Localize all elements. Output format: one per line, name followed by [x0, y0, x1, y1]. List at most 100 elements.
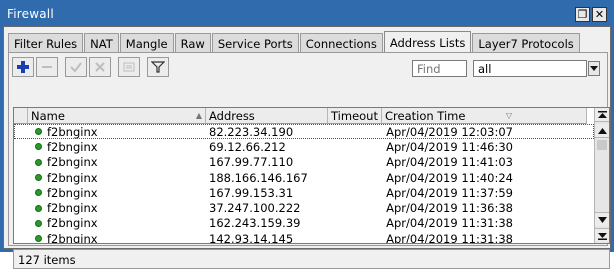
tab-connections[interactable]: Connections [299, 33, 383, 54]
tab-layer7-protocols[interactable]: Layer7 Protocols [472, 33, 580, 54]
remove-icon [42, 66, 52, 68]
scroll-up-button[interactable] [595, 124, 609, 138]
table-body: f2bnginx 82.223.34.190 Apr/04/2019 12:03… [14, 124, 594, 244]
tab-filter-rules[interactable]: Filter Rules [8, 33, 84, 54]
comment-icon [123, 62, 135, 72]
table-row[interactable]: f2bnginx 188.166.146.167 Apr/04/2019 11:… [14, 170, 594, 185]
chevron-up-icon [597, 127, 607, 134]
scroll-to-bottom-button[interactable] [595, 228, 609, 242]
name-value: f2bnginx [47, 201, 98, 216]
toolbar [12, 57, 169, 77]
address-list-filter-value: all [478, 61, 492, 76]
row-select-cell [14, 124, 28, 140]
table-row[interactable]: f2bnginx 142.93.14.145 Apr/04/2019 11:31… [14, 231, 594, 244]
address-cell: 69.12.66.212 [209, 139, 286, 154]
status-dot-icon [35, 143, 42, 151]
remove-button[interactable] [36, 57, 58, 77]
timeout-cell [328, 124, 382, 140]
table-row[interactable]: f2bnginx 37.247.100.222 Apr/04/2019 11:3… [14, 200, 594, 215]
column-header-timeout[interactable]: Timeout [328, 108, 382, 124]
chevron-down-icon [597, 216, 607, 223]
name-cell: f2bnginx [28, 155, 206, 170]
add-button[interactable] [12, 57, 34, 77]
creation-time-cell: Apr/04/2019 11:46:30 [386, 139, 513, 154]
name-cell: f2bnginx [28, 124, 206, 140]
row-select-cell [14, 139, 28, 154]
address-cell: 82.223.34.190 [206, 124, 328, 140]
name-value: f2bnginx [47, 231, 98, 244]
creation-time-cell: Apr/04/2019 11:31:38 [386, 216, 513, 231]
row-select-cell [14, 216, 28, 231]
address-list-filter-select[interactable]: all [473, 60, 587, 77]
column-header-select[interactable] [14, 108, 28, 124]
column-header-name[interactable]: Name ▲ [28, 108, 206, 124]
status-dot-icon [35, 204, 42, 212]
scroll-to-top-button[interactable] [595, 108, 609, 122]
find-input[interactable] [412, 60, 467, 77]
status-dot-icon [35, 128, 42, 136]
enable-icon [70, 62, 82, 73]
column-header-address[interactable]: Address [206, 108, 328, 124]
address-list-filter-dropdown-button[interactable] [588, 61, 600, 76]
address-cell: 167.99.153.31 [209, 185, 294, 200]
name-value: f2bnginx [47, 170, 98, 185]
name-value: f2bnginx [47, 216, 98, 231]
items-count: 127 items [18, 253, 76, 267]
status-dot-icon [35, 235, 42, 243]
name-value: f2bnginx [47, 139, 98, 154]
restore-window-button[interactable]: ❐ [575, 6, 590, 22]
table-row[interactable]: f2bnginx 69.12.66.212 Apr/04/2019 11:46:… [14, 139, 594, 154]
table-row[interactable]: f2bnginx 82.223.34.190 Apr/04/2019 12:03… [14, 124, 594, 140]
column-header-creation-time[interactable]: Creation Time ▽ [382, 108, 587, 124]
row-select-cell [14, 170, 28, 185]
name-cell: f2bnginx [28, 231, 206, 244]
name-cell: f2bnginx [28, 139, 206, 154]
address-cell: 162.243.159.39 [209, 216, 301, 231]
restore-icon: ❐ [577, 7, 588, 21]
scroll-top-icon [597, 110, 607, 118]
add-icon [17, 61, 29, 73]
address-list-table: Name ▲ Address Timeout Creation Time ▽ f… [13, 107, 610, 244]
tab-mangle[interactable]: Mangle [119, 33, 174, 54]
enable-button[interactable] [65, 57, 87, 77]
timeout-cell [328, 139, 382, 154]
table-row[interactable]: f2bnginx 167.99.153.31 Apr/04/2019 11:37… [14, 185, 594, 200]
status-dot-icon [35, 189, 42, 197]
address-cell: 142.93.14.145 [209, 231, 294, 244]
row-select-cell [14, 185, 28, 200]
status-dot-icon [35, 219, 42, 227]
tab-address-lists[interactable]: Address Lists [383, 31, 472, 54]
tab-panel: all Name ▲ Address Timeout Creati [8, 52, 610, 269]
scrollbar-thumb[interactable] [597, 140, 607, 150]
scroll-down-button[interactable] [595, 212, 609, 226]
creation-time-cell: Apr/04/2019 11:37:59 [386, 185, 513, 200]
tab-raw[interactable]: Raw [174, 33, 211, 54]
vertical-scrollbar[interactable] [594, 108, 609, 243]
creation-time-cell: Apr/04/2019 11:40:24 [386, 170, 513, 185]
scroll-bottom-icon [597, 232, 607, 240]
comment-button[interactable] [118, 57, 140, 77]
table-row[interactable]: f2bnginx 162.243.159.39 Apr/04/2019 11:3… [14, 216, 594, 231]
tab-service-ports[interactable]: Service Ports [211, 33, 299, 54]
filter-icon [151, 61, 165, 73]
address-cell: 188.166.146.167 [209, 170, 308, 185]
table-row[interactable]: f2bnginx 167.99.77.110 Apr/04/2019 11:41… [14, 155, 594, 170]
row-select-cell [14, 200, 28, 215]
titlebar[interactable]: Firewall ❐ ✕ [3, 3, 611, 25]
tab-nat[interactable]: NAT [84, 33, 119, 54]
filter-button[interactable] [147, 57, 169, 77]
row-select-cell [14, 155, 28, 170]
address-cell: 37.247.100.222 [209, 201, 301, 216]
address-cell: 167.99.77.110 [209, 155, 294, 170]
name-value: f2bnginx [47, 185, 98, 200]
table-header: Name ▲ Address Timeout Creation Time ▽ [14, 108, 587, 124]
name-value: f2bnginx [47, 155, 98, 170]
chevron-down-icon [590, 65, 598, 71]
sort-ascending-icon: ▲ [195, 111, 202, 120]
window-client-area: Filter Rules NAT Mangle Raw Service Port… [3, 26, 611, 269]
window-title: Firewall [7, 7, 54, 21]
tab-bar: Filter Rules NAT Mangle Raw Service Port… [8, 31, 581, 54]
creation-time-cell: Apr/04/2019 11:31:38 [386, 231, 513, 244]
disable-button[interactable] [89, 57, 111, 77]
close-window-button[interactable]: ✕ [592, 6, 607, 22]
